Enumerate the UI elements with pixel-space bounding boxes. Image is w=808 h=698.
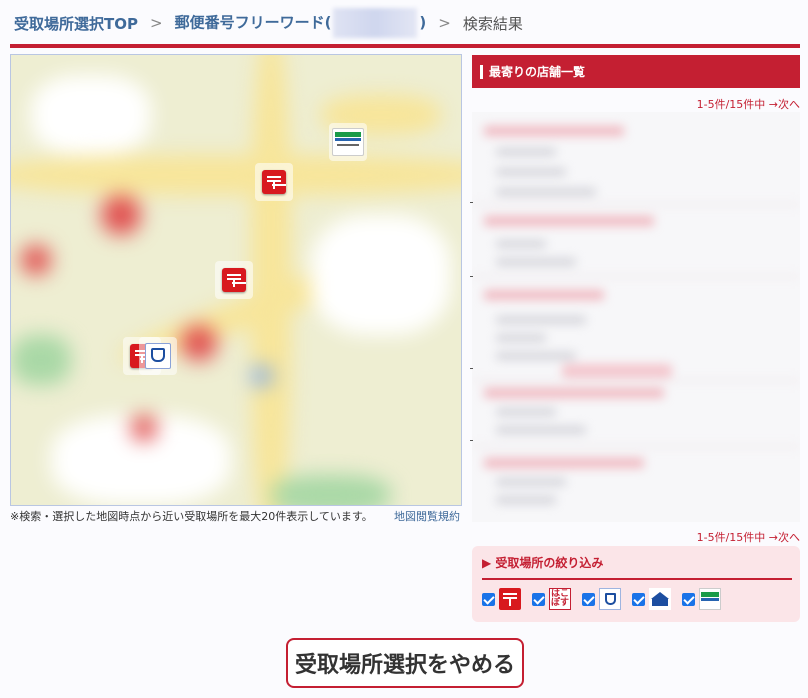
breadcrumb-freeword-label: 郵便番号フリーワード( <box>174 13 332 32</box>
checkbox-post-office[interactable] <box>482 592 495 606</box>
pager-bottom: 1-5件/15件中 →次へ <box>604 529 800 545</box>
breadcrumb-top-link[interactable]: 受取場所選択TOP <box>14 13 138 34</box>
hakopos-icon: はこぽす <box>549 588 571 610</box>
familymart-icon <box>332 128 364 156</box>
divider-tick <box>470 440 473 441</box>
checkbox-hakopos[interactable] <box>532 592 545 606</box>
map[interactable] <box>10 54 462 506</box>
breadcrumb: 受取場所選択TOP > 郵便番号フリーワード() > 検索結果 <box>14 8 523 38</box>
lawson-icon <box>599 588 621 610</box>
filter-familymart[interactable] <box>682 588 721 610</box>
breadcrumb-freeword-link[interactable]: 郵便番号フリーワード() <box>174 8 427 38</box>
post-office-icon <box>222 268 246 292</box>
header-bar <box>480 64 483 79</box>
store-list-header: 最寄りの店舗一覧 <box>472 55 800 88</box>
filter-ministop[interactable] <box>632 588 671 610</box>
filter-options: はこぽす <box>482 588 732 610</box>
familymart-icon <box>699 588 721 610</box>
checkbox-ministop[interactable] <box>632 592 645 606</box>
cancel-selection-button[interactable]: 受取場所選択をやめる <box>286 638 524 688</box>
store-list-blurred <box>472 112 800 522</box>
filter-post-office[interactable] <box>482 588 521 610</box>
map-note: ※検索・選択した地図時点から近い受取場所を最大20件表示しています。 <box>10 510 373 523</box>
filter-box: ▶ 受取場所の絞り込み はこぽす <box>472 546 800 622</box>
redacted-query <box>333 8 418 38</box>
map-marker[interactable] <box>215 261 253 299</box>
divider-tick <box>470 276 473 277</box>
breadcrumb-separator: > <box>149 14 163 32</box>
map-marker[interactable] <box>255 163 293 201</box>
divider-tick <box>470 368 473 369</box>
map-terms-link[interactable]: 地図閲覧規約 <box>394 508 460 524</box>
filter-title: ▶ 受取場所の絞り込み <box>482 556 604 570</box>
pager-top: 1-5件/15件中 →次へ <box>604 96 800 112</box>
filter-lawson[interactable] <box>582 588 621 610</box>
pager-next-link[interactable]: →次へ <box>769 531 800 544</box>
pager-next-link[interactable]: →次へ <box>769 98 800 111</box>
divider-tick <box>470 202 473 203</box>
breadcrumb-freeword-close: ) <box>419 13 427 32</box>
pager-range: 1-5件/15件中 <box>696 531 766 544</box>
map-marker[interactable] <box>329 123 367 161</box>
header-divider <box>10 44 800 48</box>
checkbox-familymart[interactable] <box>682 592 695 606</box>
checkbox-lawson[interactable] <box>582 592 595 606</box>
ministop-icon <box>649 588 671 610</box>
filter-hakopos[interactable]: はこぽす <box>532 588 571 610</box>
store-list <box>472 112 800 522</box>
post-office-icon <box>499 588 521 610</box>
lawson-icon <box>145 343 171 369</box>
store-list-title: 最寄りの店舗一覧 <box>489 65 586 79</box>
map-marker[interactable] <box>139 337 177 375</box>
breadcrumb-current: 検索結果 <box>462 14 523 33</box>
filter-divider <box>482 578 792 580</box>
breadcrumb-separator: > <box>438 14 451 32</box>
page: 受取場所選択TOP > 郵便番号フリーワード() > 検索結果 ※検索・選択した… <box>0 0 808 698</box>
pager-range: 1-5件/15件中 <box>696 98 766 111</box>
post-office-icon <box>262 170 286 194</box>
